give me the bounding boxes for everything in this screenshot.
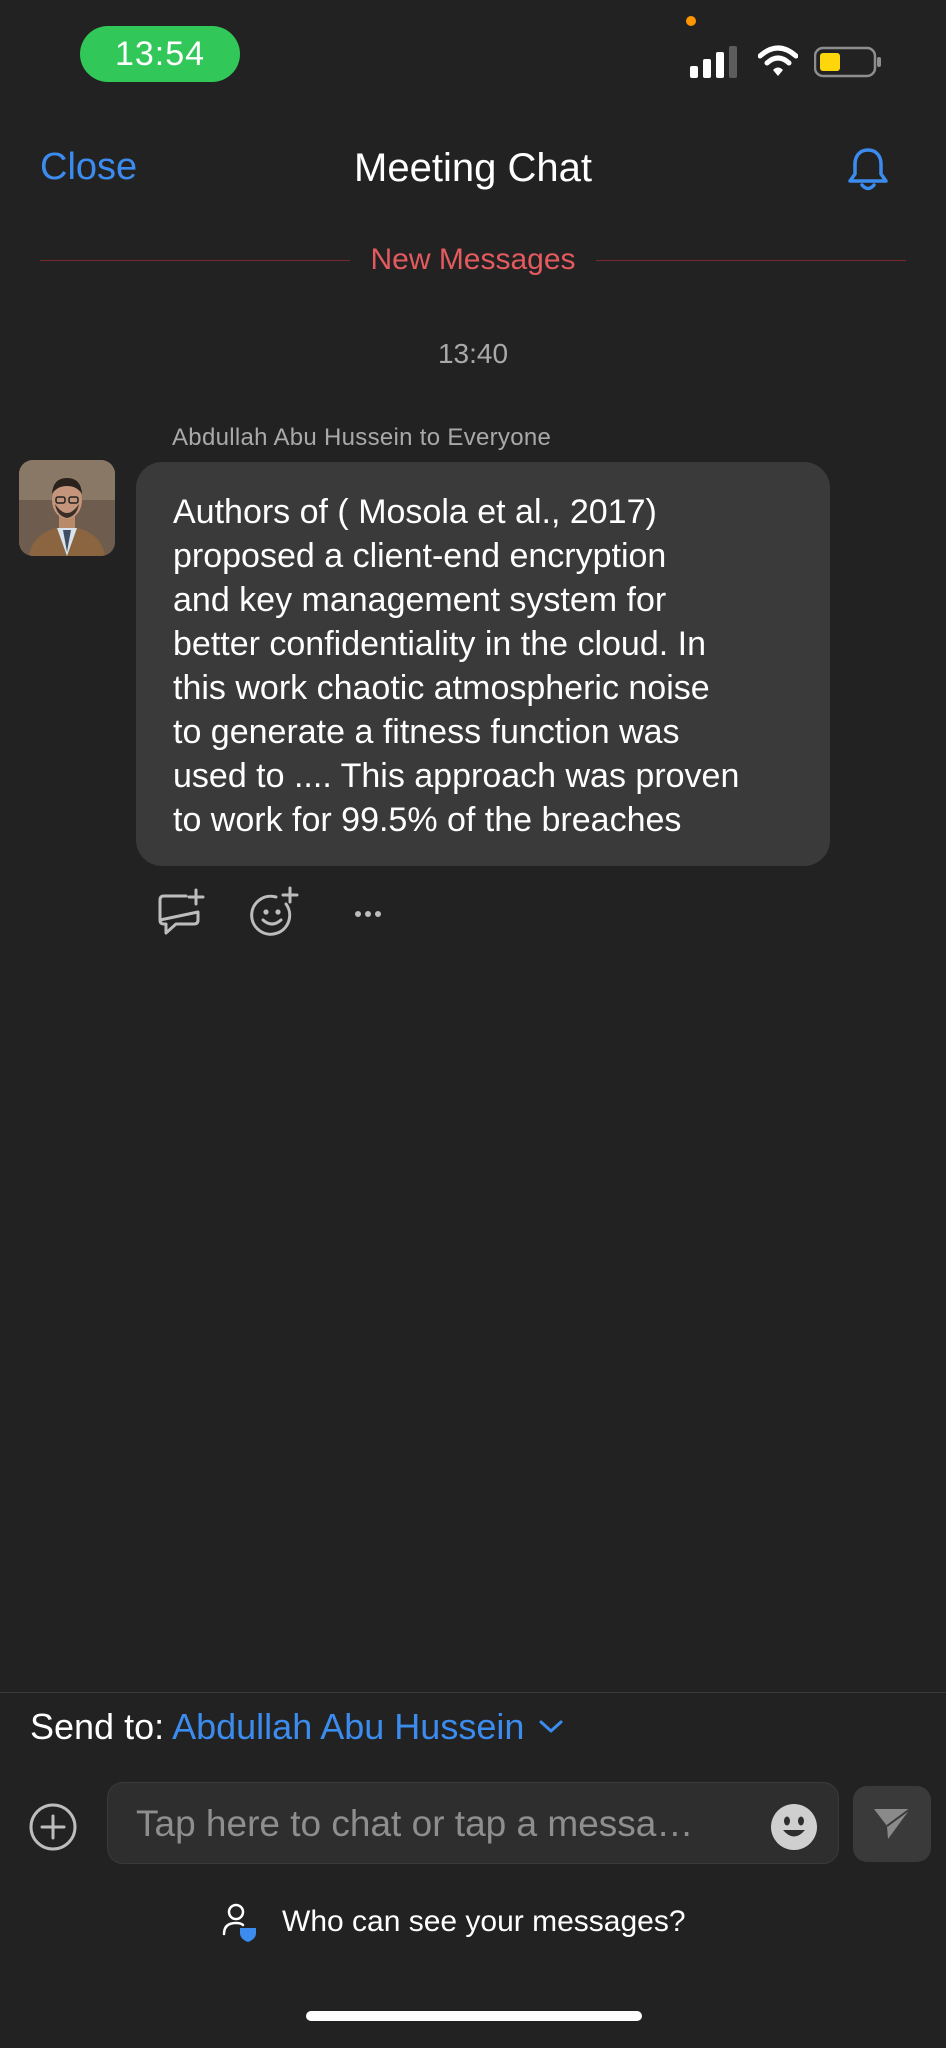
divider-line-right <box>595 259 907 261</box>
avatar[interactable] <box>19 460 115 556</box>
person-shield-icon <box>222 1903 256 1942</box>
add-reaction-icon[interactable] <box>246 886 302 942</box>
add-attachment-icon[interactable] <box>28 1802 78 1852</box>
new-messages-divider: New Messages <box>40 240 907 280</box>
message-bubble[interactable]: Authors of ( Mosola et al., 2017) propos… <box>136 462 830 866</box>
cellular-signal-icon <box>690 46 737 78</box>
send-button[interactable] <box>853 1786 931 1862</box>
divider-line-left <box>40 259 351 261</box>
chat-input-container <box>107 1782 839 1865</box>
more-icon[interactable] <box>340 886 396 942</box>
privacy-info-link[interactable]: Who can see your messages? <box>222 1902 686 1942</box>
page-title: Meeting Chat <box>354 146 592 190</box>
send-to-row: Send to: Abdullah Abu Hussein <box>30 1706 564 1748</box>
send-icon <box>874 1808 911 1839</box>
send-to-label: Send to: <box>30 1706 165 1747</box>
recipient-selector[interactable]: Abdullah Abu Hussein <box>172 1706 564 1748</box>
new-messages-label: New Messages <box>370 243 576 276</box>
chevron-down-icon <box>539 1720 563 1733</box>
message-timestamp: 13:40 <box>437 338 509 369</box>
wifi-icon <box>758 45 798 76</box>
privacy-info-label: Who can see your messages? <box>282 1905 686 1938</box>
emoji-icon[interactable] <box>770 1803 818 1851</box>
reply-icon[interactable] <box>152 886 208 942</box>
mic-indicator-dot <box>686 16 696 26</box>
status-time: 13:54 <box>80 26 240 82</box>
message-actions <box>152 886 396 942</box>
sender-line: Abdullah Abu Hussein to Everyone <box>172 424 552 451</box>
composer-divider <box>0 1692 946 1693</box>
chat-input[interactable] <box>134 1783 758 1865</box>
bell-icon[interactable] <box>846 146 890 194</box>
battery-icon <box>814 46 881 78</box>
home-indicator[interactable] <box>306 2011 642 2021</box>
recipient-name: Abdullah Abu Hussein <box>172 1706 525 1747</box>
